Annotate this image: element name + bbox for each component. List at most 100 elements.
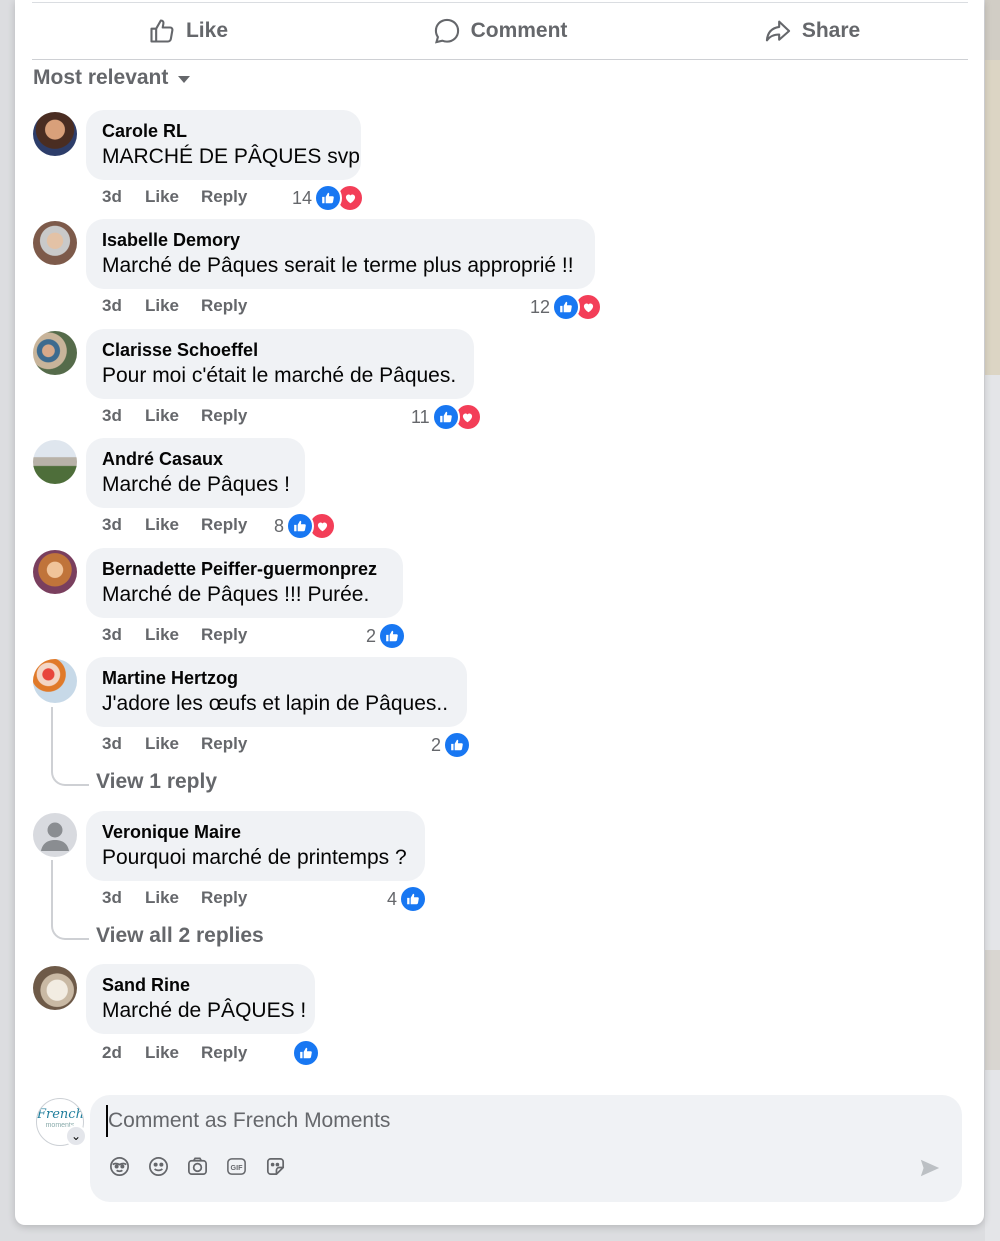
comment-meta: 3d Like Reply (102, 515, 247, 535)
comment-input[interactable] (106, 1105, 910, 1137)
comment-text: J'adore les œufs et lapin de Pâques.. (102, 692, 449, 715)
like-button[interactable]: Like (32, 3, 344, 59)
comment-time[interactable]: 3d (102, 406, 145, 426)
background-photo (985, 950, 1000, 1070)
sticker-icon[interactable] (264, 1155, 287, 1178)
comment-bubble: Carole RL MARCHÉ DE PÂQUES svp (86, 110, 361, 180)
reaction-summary[interactable]: 4 (387, 885, 428, 913)
comment-author[interactable]: Bernadette Peiffer-guermonprez (102, 559, 377, 580)
comment-time[interactable]: 2d (102, 1043, 145, 1063)
comment-time[interactable]: 3d (102, 888, 145, 908)
comment-reply-button[interactable]: Reply (201, 296, 247, 316)
comment-icon (434, 18, 459, 44)
caret-down-icon (178, 76, 191, 83)
gif-icon[interactable]: GIF (225, 1155, 248, 1178)
comment-text: MARCHÉ DE PÂQUES svp (102, 145, 360, 168)
comment-like-button[interactable]: Like (145, 515, 201, 535)
avatar[interactable] (33, 966, 77, 1010)
comment-meta: 3d Like Reply (102, 187, 247, 207)
avatar[interactable] (33, 550, 77, 594)
send-icon[interactable] (918, 1157, 942, 1179)
comment-reply-button[interactable]: Reply (201, 187, 247, 207)
camera-icon[interactable] (186, 1155, 209, 1178)
comment-like-button[interactable]: Like (145, 888, 201, 908)
avatar[interactable] (33, 813, 77, 857)
comment-reply-button[interactable]: Reply (201, 734, 247, 754)
comment-reply-button[interactable]: Reply (201, 515, 247, 535)
comment-like-button[interactable]: Like (145, 734, 201, 754)
comment-like-button[interactable]: Like (145, 296, 201, 316)
comment-author[interactable]: Isabelle Demory (102, 230, 240, 251)
reaction-summary[interactable] (292, 1039, 320, 1067)
comment-meta: 2d Like Reply (102, 1043, 247, 1063)
comment-author[interactable]: Carole RL (102, 121, 187, 142)
svg-text:GIF: GIF (231, 1164, 244, 1172)
reaction-summary[interactable]: 11 (411, 403, 482, 431)
comment-author[interactable]: Sand Rine (102, 975, 190, 996)
avatar-sticker-icon[interactable] (108, 1155, 131, 1178)
like-label: Like (185, 19, 229, 42)
avatar[interactable] (33, 659, 77, 703)
view-replies-link[interactable]: View all 2 replies (96, 924, 264, 948)
like-reaction-icon (431, 403, 460, 431)
like-reaction-icon (314, 184, 343, 212)
reaction-summary[interactable]: 2 (431, 731, 472, 759)
reaction-summary[interactable]: 12 (530, 293, 603, 321)
like-reaction-icon (286, 512, 315, 540)
reaction-count: 2 (366, 625, 377, 646)
avatar[interactable] (33, 440, 77, 484)
comment-meta: 3d Like Reply (102, 406, 247, 426)
comment-time[interactable]: 3d (102, 515, 145, 535)
comment-time[interactable]: 3d (102, 187, 145, 207)
like-reaction-icon (399, 885, 428, 913)
reaction-summary[interactable]: 8 (274, 512, 337, 540)
comment-time[interactable]: 3d (102, 296, 145, 316)
comment-button[interactable]: Comment (344, 3, 656, 59)
avatar[interactable] (33, 331, 77, 375)
thread-connector (51, 922, 89, 940)
like-reaction-icon (443, 731, 472, 759)
comment-meta: 3d Like Reply (102, 734, 247, 754)
thread-line (51, 860, 53, 923)
reaction-count: 11 (411, 406, 430, 427)
comment-text: Marché de Pâques serait le terme plus ap… (102, 254, 574, 277)
comment-author[interactable]: Clarisse Schoeffel (102, 340, 258, 361)
comment-text: Pourquoi marché de printemps ? (102, 846, 407, 869)
comment-time[interactable]: 3d (102, 625, 145, 645)
sort-label: Most relevant (33, 66, 169, 89)
comment-bubble: Martine Hertzog J'adore les œufs et lapi… (86, 657, 467, 727)
composer-tools: GIF (108, 1155, 287, 1178)
comment-like-button[interactable]: Like (145, 625, 201, 645)
emoji-icon[interactable] (147, 1155, 170, 1178)
like-reaction-icon (552, 293, 581, 321)
share-button[interactable]: Share (656, 3, 968, 59)
comments-panel: Like Comment Share Most relevant Carole … (15, 0, 984, 1225)
comment-time[interactable]: 3d (102, 734, 145, 754)
reaction-count: 2 (431, 734, 442, 755)
comment-bubble: André Casaux Marché de Pâques ! (86, 438, 305, 508)
reaction-summary[interactable]: 2 (366, 622, 407, 650)
comment-meta: 3d Like Reply (102, 625, 247, 645)
comment-like-button[interactable]: Like (145, 406, 201, 426)
like-reaction-icon (378, 622, 407, 650)
comment-reply-button[interactable]: Reply (201, 1043, 247, 1063)
comment-label: Comment (470, 19, 568, 42)
comment-author[interactable]: Martine Hertzog (102, 668, 238, 689)
view-replies-link[interactable]: View 1 reply (96, 770, 217, 794)
chevron-down-icon[interactable]: ⌄ (65, 1125, 87, 1147)
avatar[interactable] (33, 112, 77, 156)
comment-author[interactable]: Veronique Maire (102, 822, 241, 843)
reaction-summary[interactable]: 14 (292, 184, 365, 212)
avatar[interactable] (33, 221, 77, 265)
sort-dropdown[interactable]: Most relevant (33, 66, 191, 90)
comment-reply-button[interactable]: Reply (201, 406, 247, 426)
comment-like-button[interactable]: Like (145, 1043, 201, 1063)
thread-connector (51, 768, 89, 786)
comment-like-button[interactable]: Like (145, 187, 201, 207)
comment-meta: 3d Like Reply (102, 888, 247, 908)
reaction-count: 4 (387, 888, 398, 909)
background-photo (985, 0, 1000, 60)
comment-reply-button[interactable]: Reply (201, 888, 247, 908)
comment-reply-button[interactable]: Reply (201, 625, 247, 645)
comment-author[interactable]: André Casaux (102, 449, 223, 470)
